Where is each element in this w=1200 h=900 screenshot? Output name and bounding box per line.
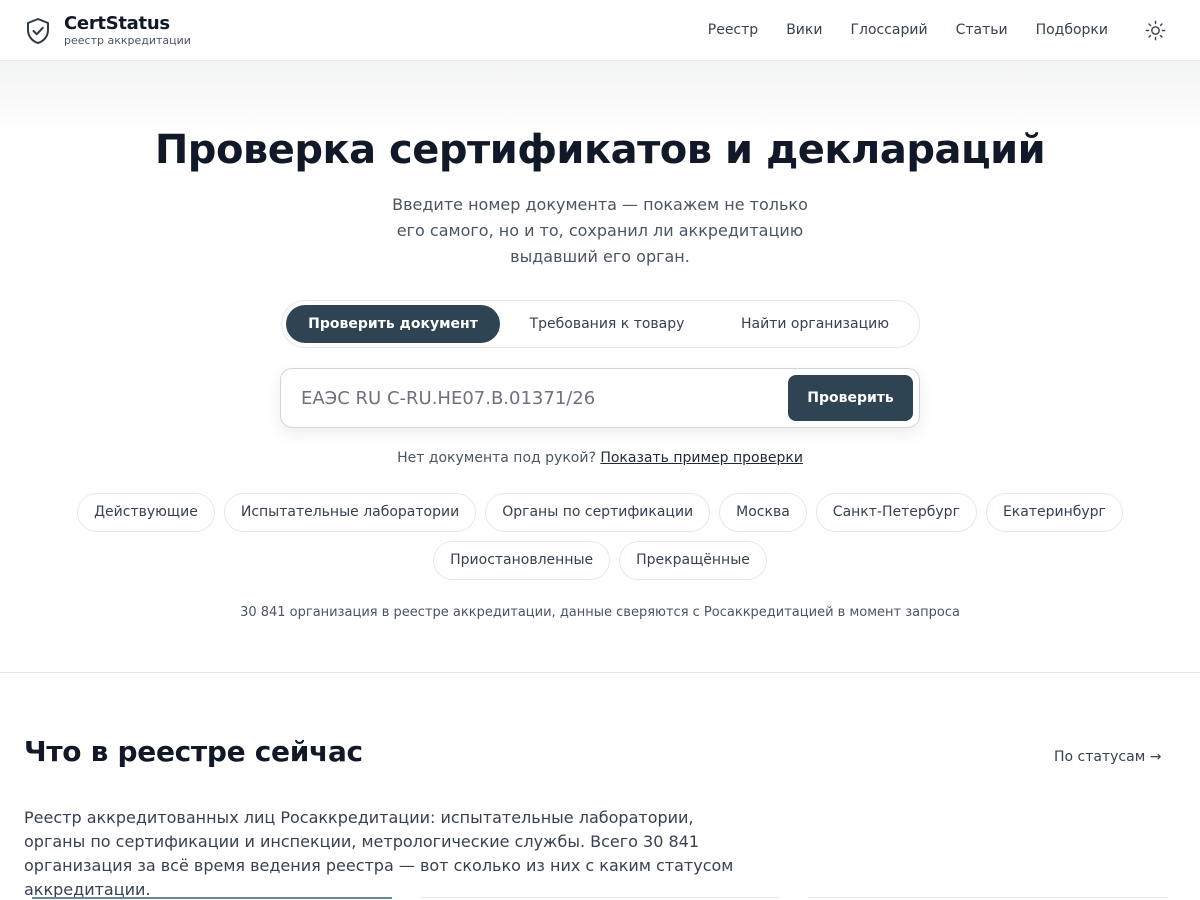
chip-terminated[interactable]: Прекращённые	[619, 541, 767, 580]
nav-item-wiki[interactable]: Вики	[786, 20, 822, 40]
main-nav: Реестр Вики Глоссарий Статьи Подборки	[708, 20, 1108, 40]
nav-item-glossary[interactable]: Глоссарий	[850, 20, 927, 40]
sun-icon[interactable]	[1145, 20, 1166, 41]
show-example-link[interactable]: Показать пример проверки	[600, 450, 803, 466]
search-box: Проверить	[280, 368, 920, 428]
hero-section: Проверка сертификатов и деклараций Введи…	[0, 61, 1200, 673]
chip-saint-petersburg[interactable]: Санкт-Петербург	[815, 493, 977, 532]
tab-find-organization[interactable]: Найти организацию	[714, 305, 916, 343]
chip-cert-bodies[interactable]: Органы по сертификации	[485, 493, 711, 532]
brand-logo[interactable]: CertStatus реестр аккредитации	[26, 14, 191, 47]
section-title: Что в реестре сейчас	[24, 735, 363, 768]
chip-test-labs[interactable]: Испытательные лаборатории	[223, 493, 477, 532]
nav-item-collections[interactable]: Подборки	[1036, 20, 1108, 40]
brand-subtitle: реестр аккредитации	[64, 34, 191, 47]
page-title: Проверка сертификатов и деклараций	[154, 127, 1046, 173]
search-mode-tabs: Проверить документ Требования к товару Н…	[281, 300, 920, 348]
chip-moscow[interactable]: Москва	[719, 493, 807, 532]
section-description: Реестр аккредитованных лиц Росаккредитац…	[24, 808, 734, 899]
brand-name: CertStatus	[64, 13, 170, 34]
chip-yekaterinburg[interactable]: Екатеринбург	[985, 493, 1123, 532]
example-hint: Нет документа под рукой? Показать пример…	[0, 450, 1200, 466]
registry-stats: 30 841 организация в реестре аккредитаци…	[240, 605, 960, 620]
site-header: CertStatus реестр аккредитации Реестр Ви…	[0, 0, 1200, 61]
tab-product-requirements[interactable]: Требования к товару	[504, 305, 710, 343]
check-button[interactable]: Проверить	[788, 375, 913, 421]
hint-text: Нет документа под рукой?	[397, 450, 596, 466]
shield-check-icon	[27, 17, 49, 44]
document-number-input[interactable]	[301, 381, 781, 415]
quick-filter-chips: Действующие Испытательные лаборатории Ор…	[20, 493, 1180, 580]
chip-active[interactable]: Действующие	[77, 493, 215, 532]
hero-subtitle: Введите номер документа — покажем не тол…	[392, 195, 808, 266]
nav-item-registry[interactable]: Реестр	[708, 20, 758, 40]
chip-suspended[interactable]: Приостановленные	[433, 541, 611, 580]
nav-item-articles[interactable]: Статьи	[956, 20, 1008, 40]
tab-check-document[interactable]: Проверить документ	[286, 305, 500, 343]
by-status-link[interactable]: По статусам →	[1054, 749, 1161, 765]
